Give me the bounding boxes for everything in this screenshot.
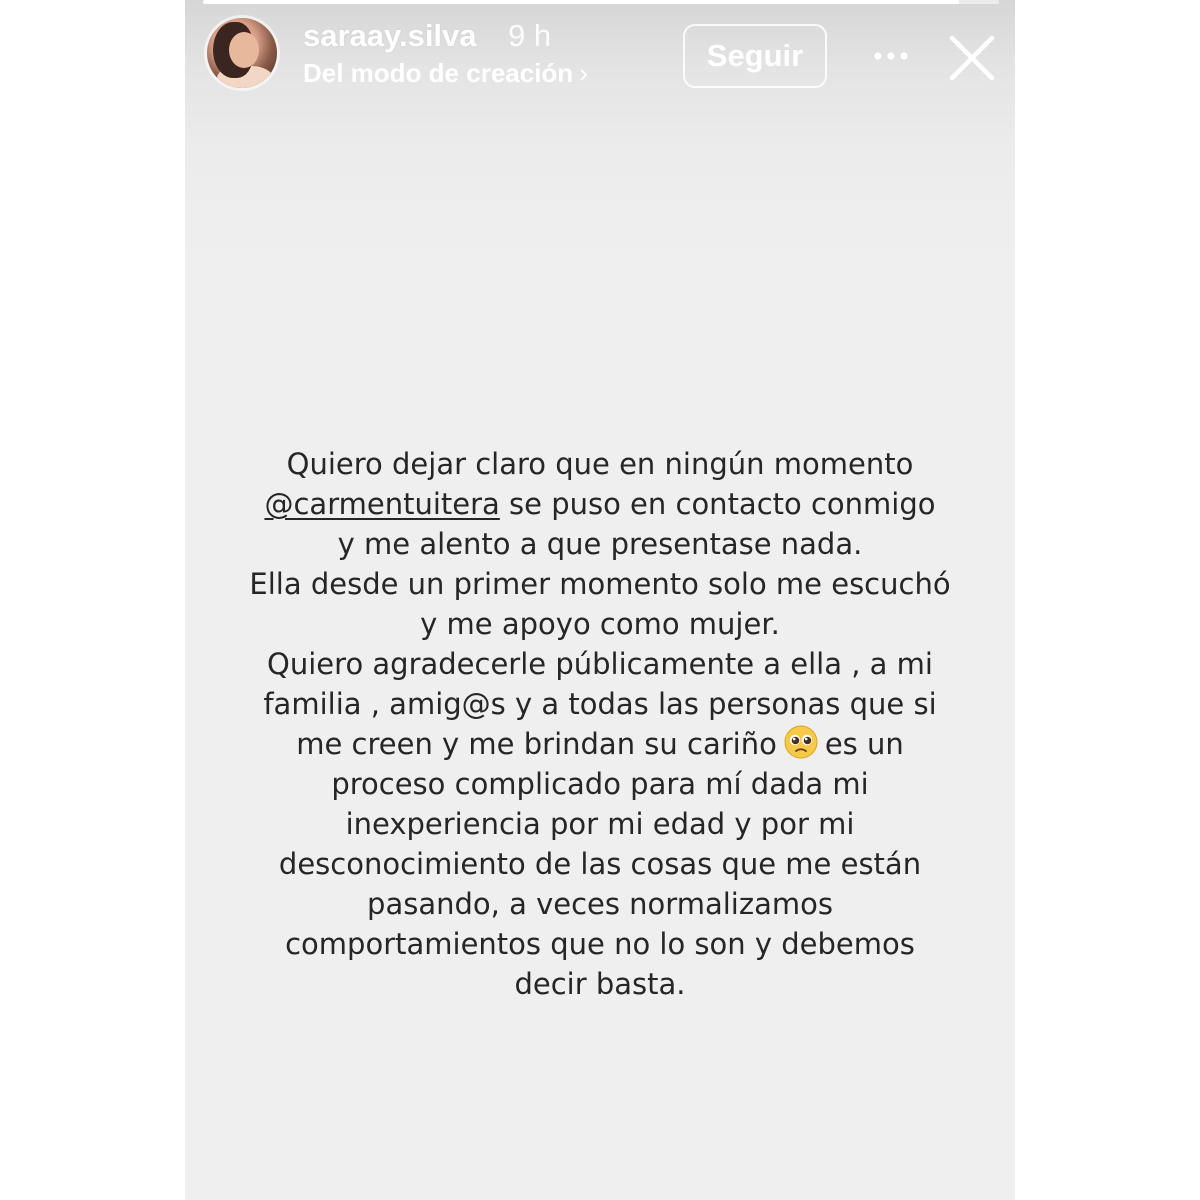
more-dots-icon <box>874 52 908 60</box>
mention-link[interactable]: @carmentuitera <box>264 487 499 521</box>
story-text-line: Ella desde un primer momento solo me esc… <box>249 567 951 601</box>
chevron-right-icon: › <box>579 58 588 88</box>
story-text-line: comportamientos que no lo son y debemos <box>285 927 915 961</box>
follow-button[interactable]: Seguir <box>683 24 827 88</box>
avatar[interactable] <box>207 18 277 88</box>
story-text-line: y me apoyo como mujer. <box>420 607 780 641</box>
story-timestamp: 9 h <box>508 18 552 53</box>
story-progress-bar <box>203 0 999 4</box>
avatar-face-shape <box>229 32 259 68</box>
pleading-face-emoji-icon <box>784 725 818 759</box>
story-text-line: @carmentuitera se puso en contacto conmi… <box>205 484 995 524</box>
close-icon <box>949 35 995 81</box>
story-text-line: decir basta. <box>514 967 686 1001</box>
story-text-line: pasando, a veces normalizamos <box>367 887 833 921</box>
story-text-line: proceso complicado para mí dada mi <box>331 767 869 801</box>
story-text-line: familia , amig@s y a todas las personas … <box>263 687 937 721</box>
more-options-button[interactable] <box>869 34 913 78</box>
username-link[interactable]: saraay.silva <box>303 18 477 54</box>
close-button[interactable] <box>947 33 997 83</box>
story-text-line: Quiero dejar claro que en ningún momento <box>286 447 914 481</box>
story-progress-fill <box>203 0 960 4</box>
creation-mode-link[interactable]: Del modo de creación › <box>303 58 588 89</box>
story-text-segment: se puso en contacto conmigo <box>499 487 936 521</box>
story-text-line: desconocimiento de las cosas que me está… <box>278 847 922 881</box>
story-text-line: Quiero agradecerle públicamente a ella ,… <box>267 647 933 681</box>
story-text-segment: me creen y me brindan su cariño <box>296 727 777 761</box>
story-text-block: Quiero dejar claro que en ningún momento… <box>205 444 995 1004</box>
story-text-line: y me alento a que presentase nada. <box>337 527 863 561</box>
story-text-segment: es un <box>824 727 904 761</box>
story-viewer[interactable]: saraay.silva 9 h Del modo de creación › S… <box>185 0 1015 1200</box>
page: saraay.silva 9 h Del modo de creación › S… <box>0 0 1200 1200</box>
story-text-line: inexperiencia por mi edad y por mi <box>345 807 855 841</box>
creation-mode-label: Del modo de creación <box>303 58 574 88</box>
story-text-line: me creen y me brindan su cariño es un <box>205 724 995 764</box>
